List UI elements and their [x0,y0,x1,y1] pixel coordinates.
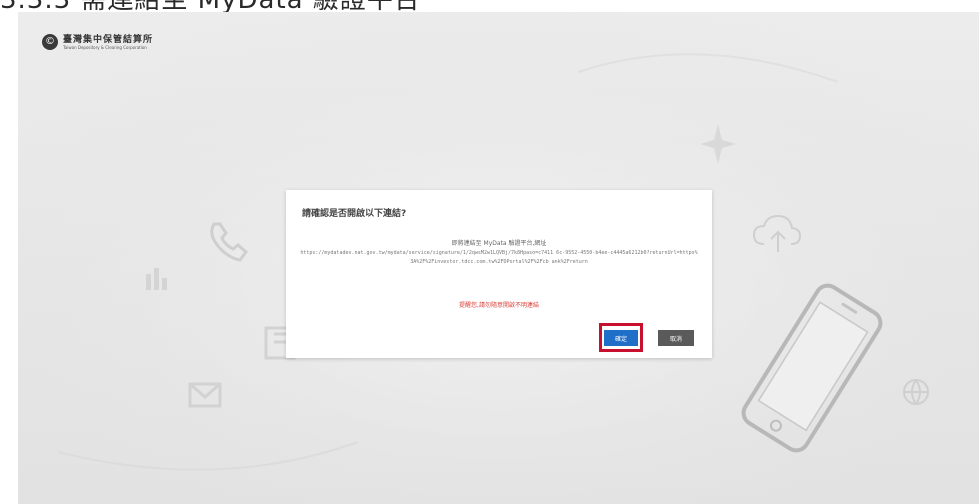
document-heading: 3.3.3 需連結至 MyData 驗證平台 [0,0,421,15]
dialog-warning-text: 提醒您,請勿隨意開啟不明連結 [459,302,539,309]
dialog-intro-text: 即將連結至 MyData 驗證平台,網址 [451,240,547,247]
logo-subtitle: Taiwan Depository & Clearing Corporation [63,44,147,50]
dialog-title: 請確認是否開啟以下連結? [302,209,407,219]
confirm-button[interactable]: 確定 [604,330,638,346]
logo: © 臺灣集中保管結算所 Taiwan Depository & Clearing… [42,34,153,50]
screenshot-frame: © 臺灣集中保管結算所 Taiwan Depository & Clearing… [18,12,979,504]
logo-name: 臺灣集中保管結算所 [63,34,154,45]
confirm-link-dialog: 請確認是否開啟以下連結? 即將連結至 MyData 驗證平台,網址 https:… [286,190,712,358]
dialog-url-text: https://mydatadev.nat.gov.tw/mydata/serv… [300,250,698,265]
page: 3.3.3 需連結至 MyData 驗證平台 © 臺灣集中保管結算所 Taiwa… [0,0,979,504]
logo-text: 臺灣集中保管結算所 Taiwan Depository & Clearing C… [63,35,153,50]
logo-mark-icon: © [42,34,58,50]
cancel-button[interactable]: 取消 [658,330,694,346]
